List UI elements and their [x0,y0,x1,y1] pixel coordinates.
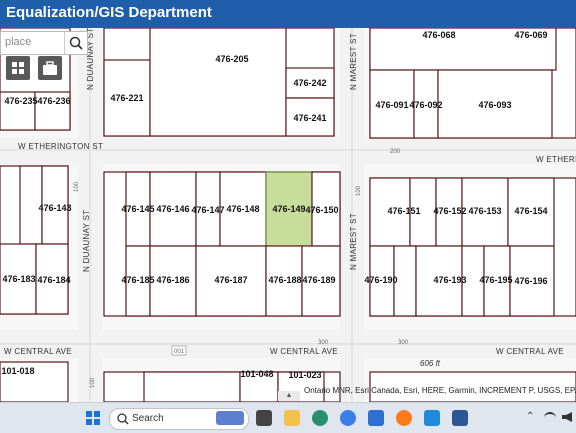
address-number: 300 [318,340,329,346]
address-number: 100 [356,185,362,196]
app-title: Equalization/GIS Department [6,4,212,21]
parcel-label: 476-092 [409,100,442,110]
parcel-label: 476-186 [156,275,189,285]
taskbar-search-label: Search [132,413,164,424]
parcel-label: 476-235 [4,96,37,106]
firefox-icon[interactable] [396,410,412,426]
parcel-label: 476-068 [422,30,455,40]
chevron-up-icon[interactable]: ⌃ [526,411,534,422]
briefcase-icon [43,61,57,75]
parcel-label: 476-196 [514,276,547,286]
outlook-icon[interactable] [424,410,440,426]
parcel-label: 101-018 [1,366,34,376]
parcel-label: 476-146 [156,204,189,214]
search-button[interactable] [64,32,87,54]
parcel-label: 476-150 [305,205,338,215]
address-number: 300 [398,340,409,346]
parcel-label: 476-143 [38,203,71,213]
edge-icon[interactable] [312,410,328,426]
grid-icon [12,62,24,74]
address-number: 100 [90,377,96,388]
scale-bar: 606 ft [420,359,441,368]
street-label: W ETHERIN [536,155,576,164]
street-label: W CENTRAL AVE [496,347,564,356]
parcel-label: 101-048 [240,369,273,379]
parcel-label: 476-154 [514,206,547,216]
parcel-label: 476-183 [2,274,35,284]
file-explorer-icon[interactable] [284,410,300,426]
map-view[interactable]: 476-205 476-242 476-241 476-221 476-235 … [0,28,576,402]
volume-icon[interactable] [562,412,572,422]
place-search-box[interactable]: place [0,31,88,55]
street-label: W ETHERINGTON ST [18,142,103,151]
parcel-label: 476-185 [121,275,154,285]
parcel[interactable] [143,371,241,402]
parcel-label: 476-187 [214,275,247,285]
parcel-label: 476-147 [191,205,224,215]
parcel-label: 476-153 [468,206,501,216]
parcel-label: 476-184 [37,275,70,285]
parcel-label: 476-152 [433,206,466,216]
parcel-476-205[interactable] [149,28,287,137]
parcel-label-selected: 476-149 [272,204,305,214]
search-input[interactable]: place [5,36,31,48]
parcel-label: 476-221 [110,93,143,103]
street-label: N DUAUNAY ST [82,210,91,272]
street-label: W CENTRAL AVE [270,347,338,356]
search-highlight-image [216,411,244,425]
grid-button[interactable] [6,56,30,80]
parcel-label: 476-069 [514,30,547,40]
parcel-label: 476-242 [293,78,326,88]
parcel-label: 476-241 [293,113,326,123]
store-icon[interactable] [368,410,384,426]
collapse-attribution-button[interactable]: ▲ [278,391,300,401]
parcel-label: 476-091 [375,100,408,110]
task-view-icon[interactable] [256,410,272,426]
parcel-label: 476-190 [364,275,397,285]
parcel-label: 476-236 [37,96,70,106]
map-attribution: Ontario MNR, Esri Canada, Esri, HERE, Ga… [304,386,576,395]
parcel-label: 476-195 [479,275,512,285]
windows-taskbar: Search ⌃ [0,402,576,433]
route-number: 001 [174,349,185,355]
parcel-label: 476-205 [215,54,248,64]
start-button[interactable] [86,411,100,425]
parcel-label: 476-145 [121,204,154,214]
street-label: N MAREST ST [349,213,358,270]
parcel-label: 476-193 [433,275,466,285]
address-number: 200 [390,149,401,155]
street-label: W CENTRAL AVE [4,347,72,356]
search-icon [69,36,83,50]
parcel-label: 476-148 [226,204,259,214]
chrome-icon[interactable] [340,410,356,426]
taskbar-search[interactable]: Search [109,408,249,430]
windows-logo-icon [86,411,100,425]
parcel-label: 476-151 [387,206,420,216]
parcel-map[interactable]: 476-205 476-242 476-241 476-221 476-235 … [0,28,576,402]
parcel-label: 476-189 [302,275,335,285]
street-label: N MAREST ST [349,33,358,90]
wifi-icon[interactable] [544,412,556,424]
parcel-label: 101-023 [288,370,321,380]
word-icon[interactable] [452,410,468,426]
search-icon [117,413,129,425]
app-header: Equalization/GIS Department [0,0,576,28]
parcel-label: 476-188 [268,275,301,285]
address-number: 100 [74,181,80,192]
parcel-label: 476-093 [478,100,511,110]
basemap-button[interactable] [38,56,62,80]
